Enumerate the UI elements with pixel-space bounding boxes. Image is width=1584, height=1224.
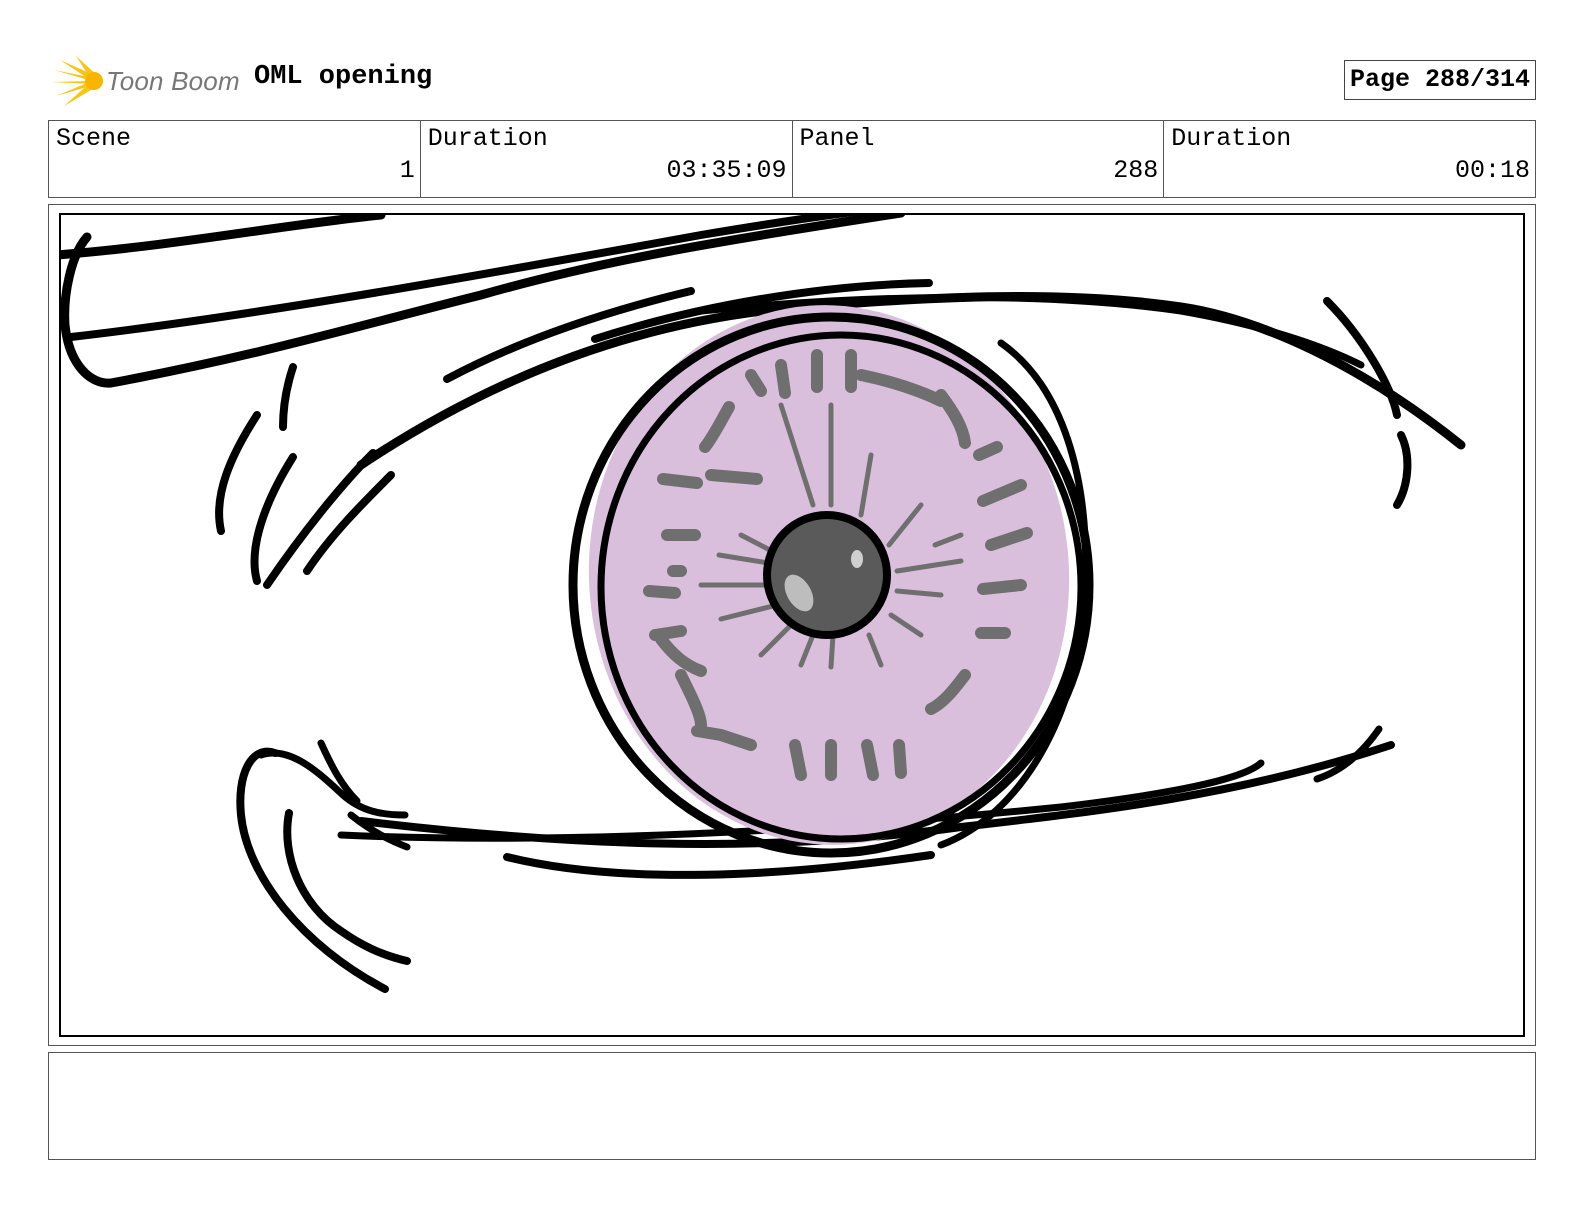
page-header: Toon Boom OML opening Page 288/314: [48, 52, 1536, 108]
scene-value: 1: [399, 156, 415, 185]
project-title: OML opening: [254, 62, 433, 92]
scene-duration-cell: Duration 03:35:09: [421, 121, 793, 197]
storyboard-panel: [59, 213, 1525, 1037]
panel-duration-cell: Duration 00:18: [1164, 121, 1535, 197]
logo-text: Toon Boom: [106, 66, 240, 96]
toon-boom-logo: Toon Boom: [52, 54, 242, 108]
panel-label: Panel: [799, 124, 875, 153]
scene-duration-value: 03:35:09: [666, 156, 787, 185]
panel-notes-box: [48, 1052, 1536, 1160]
page-number: Page 288/314: [1343, 60, 1536, 100]
logo-star-icon: [52, 56, 103, 106]
storyboard-panel-frame: [48, 204, 1536, 1046]
eye-sketch-image: [61, 215, 1466, 993]
panel-cell: Panel 288: [793, 121, 1165, 197]
scene-cell: Scene 1: [49, 121, 421, 197]
panel-duration-label: Duration: [1171, 124, 1292, 153]
info-row: Scene 1 Duration 03:35:09 Panel 288 Dura…: [48, 120, 1536, 198]
panel-value: 288: [1113, 156, 1159, 185]
scene-label: Scene: [56, 124, 132, 153]
scene-duration-label: Duration: [427, 124, 548, 153]
panel-duration-value: 00:18: [1454, 156, 1530, 185]
